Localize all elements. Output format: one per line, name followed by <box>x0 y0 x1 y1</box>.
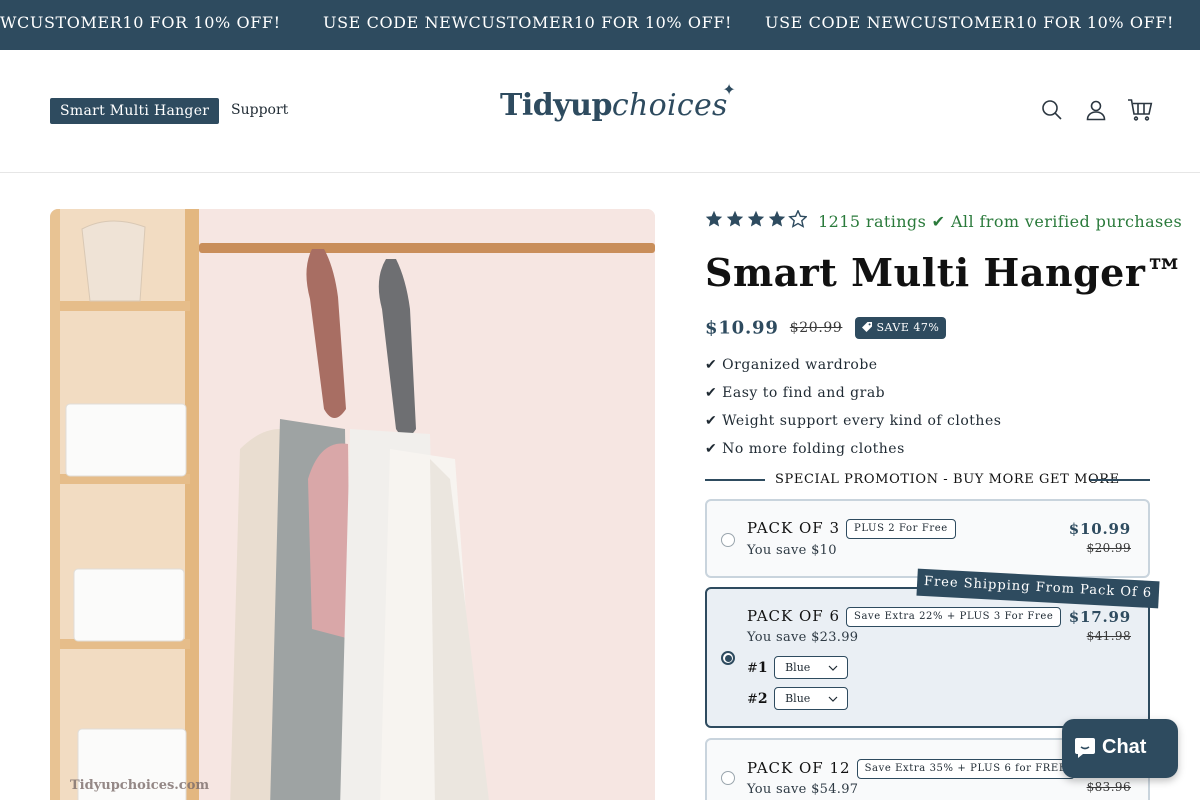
benefit-item: ✔ Weight support every kind of clothes <box>705 413 1002 429</box>
pack-badge: PLUS 2 For Free <box>846 519 956 539</box>
variant-select[interactable]: Blue <box>774 656 849 679</box>
bundle-radio[interactable] <box>721 533 735 547</box>
save-badge-label: SAVE 47% <box>876 321 940 334</box>
bundle-radio[interactable] <box>721 771 735 785</box>
tag-icon <box>862 322 873 332</box>
pack-compare-price: $20.99 <box>1086 541 1131 555</box>
current-price: $10.99 <box>705 317 779 339</box>
logo-spark-icon: ✦ <box>722 80 736 99</box>
pack-price: $17.99 <box>1068 608 1131 626</box>
announcement-text: USE CODE NEWCUSTOMER10 FOR 10% OFF! <box>765 13 1175 32</box>
cart-icon[interactable] <box>1127 98 1153 122</box>
variant-label-prefix: # <box>747 660 758 676</box>
site-logo[interactable]: Tidyupchoices ✦ <box>500 80 736 123</box>
variant-row-2: #2 Blue <box>747 687 849 711</box>
bundle-option-pack-6[interactable]: PACK OF 6 Save Extra 22% + PLUS 3 For Fre… <box>705 587 1150 728</box>
pack-price: $10.99 <box>1068 520 1131 538</box>
pack-title: PACK OF 3 <box>747 519 841 537</box>
benefits-list: ✔ Organized wardrobe ✔ Easy to find and … <box>705 354 1001 466</box>
benefit-item: ✔ Easy to find and grab <box>705 385 886 401</box>
benefit-item: ✔ No more folding clothes <box>705 441 905 457</box>
promo-heading: SPECIAL PROMOTION - BUY MORE GET MORE <box>705 470 1150 490</box>
image-watermark: Tidyupchoices.com <box>70 778 210 793</box>
variant-label-number: 1 <box>757 659 768 676</box>
pack-title: PACK OF 12 <box>747 759 851 777</box>
variant-label-number: 2 <box>757 690 768 707</box>
announcement-bar: WCUSTOMER10 FOR 10% OFF! USE CODE NEWCUS… <box>0 0 1200 50</box>
variant-select-value: Blue <box>785 692 811 705</box>
pack-savings: You save $10 <box>747 543 837 558</box>
variant-label-prefix: # <box>747 691 758 707</box>
pack-compare-price: $41.98 <box>1086 629 1131 643</box>
divider <box>1090 479 1150 481</box>
site-header: Smart Multi Hanger Support Tidyupchoices… <box>0 50 1200 173</box>
pack-title-row: PACK OF 3 PLUS 2 For Free <box>747 519 956 539</box>
chat-label: Chat <box>1102 736 1147 758</box>
nav-link-smart-multi-hanger[interactable]: Smart Multi Hanger <box>50 98 220 124</box>
pack-savings: You save $23.99 <box>747 630 859 645</box>
search-icon[interactable] <box>1040 98 1064 122</box>
pack-compare-price: $83.96 <box>1086 780 1131 794</box>
variant-select-value: Blue <box>785 661 811 674</box>
variant-row-1: #1 Blue <box>747 656 849 680</box>
product-title: Smart Multi Hanger™ <box>705 250 1184 295</box>
pack-title-row: PACK OF 6 Save Extra 22% + PLUS 3 For Fre… <box>747 607 1062 627</box>
chat-bubble-icon <box>1075 738 1095 758</box>
bundle-radio[interactable] <box>721 651 735 665</box>
product-image[interactable]: Tidyupchoices.com <box>50 209 655 800</box>
announcement-text: WCUSTOMER10 FOR 10% OFF! <box>0 13 281 32</box>
price-row: $10.99 $20.99 SAVE 47% <box>705 317 947 341</box>
pack-badge: Save Extra 35% + PLUS 6 for FREE <box>856 759 1075 779</box>
rating-stars-icon <box>705 210 807 232</box>
pack-title: PACK OF 6 <box>747 607 841 625</box>
variant-label: #2 <box>747 691 769 707</box>
variant-select[interactable]: Blue <box>774 687 849 710</box>
product-photo <box>50 209 655 800</box>
pack-title-row: PACK OF 12 Save Extra 35% + PLUS 6 for FR… <box>747 759 1075 779</box>
variant-label: #1 <box>747 660 769 676</box>
compare-price: $20.99 <box>789 320 843 336</box>
logo-italic-text: choices <box>611 88 728 123</box>
nav-link-support[interactable]: Support <box>231 102 288 118</box>
account-icon[interactable] <box>1084 98 1108 122</box>
chevron-down-icon <box>828 665 838 671</box>
benefit-item: ✔ Organized wardrobe <box>705 357 878 373</box>
chat-button[interactable]: Chat <box>1062 719 1178 778</box>
chevron-down-icon <box>828 696 838 702</box>
divider <box>705 479 765 481</box>
pack-badge: Save Extra 22% + PLUS 3 For Free <box>846 607 1062 627</box>
logo-bold-text: Tidyup <box>500 88 612 123</box>
rating-row: 1215 ratings ✔ All from verified purchas… <box>705 210 1182 234</box>
pack-savings: You save $54.97 <box>747 782 859 797</box>
rating-text: 1215 ratings ✔ All from verified purchas… <box>818 211 1183 231</box>
promo-heading-text: SPECIAL PROMOTION - BUY MORE GET MORE <box>775 472 1120 487</box>
save-badge: SAVE 47% <box>855 317 947 339</box>
bundle-option-pack-3[interactable]: PACK OF 3 PLUS 2 For Free You save $10 $1… <box>705 499 1150 578</box>
announcement-text: USE CODE NEWCUSTOMER10 FOR 10% OFF! <box>323 13 733 32</box>
